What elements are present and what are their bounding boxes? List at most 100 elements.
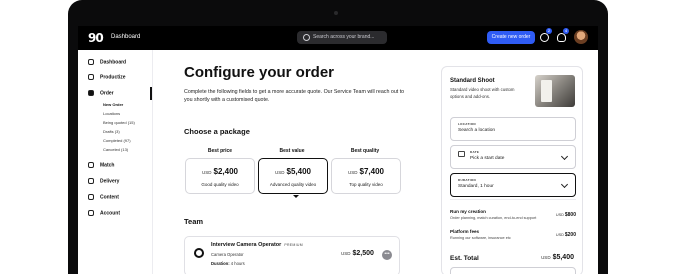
sidebar-item-label: Content: [100, 194, 119, 201]
sidebar-subitem-canceled[interactable]: Canceled (13): [103, 147, 128, 152]
sidebar-item-label: Productize: [100, 74, 126, 81]
sidebar-item-label: Match: [100, 162, 115, 169]
page-title: Configure your order: [184, 64, 335, 81]
fee-price: $800: [564, 212, 576, 218]
sidebar-subitem-new-order[interactable]: New Order: [103, 102, 123, 107]
sidebar-item-match[interactable]: Match: [88, 162, 114, 168]
package-desc: Top quality video: [349, 182, 383, 187]
top-bar: 90 Dashboard Search across your brand...…: [78, 26, 598, 50]
shoot-thumbnail: [535, 75, 575, 107]
fee-row: Run my creation Order planning, match cu…: [450, 209, 576, 220]
sidebar-item-label: Account: [100, 210, 120, 217]
team-role-card[interactable]: Interview Camera Operator PREMIUM Camera …: [184, 236, 400, 274]
package-tier: Best quality: [350, 148, 380, 154]
package-desc: Good quality video: [201, 182, 239, 187]
sidebar-item-order[interactable]: Order: [88, 90, 114, 96]
currency: USD: [341, 251, 351, 256]
messages-badge: 2: [546, 28, 552, 34]
notifications-badge: 4: [563, 28, 569, 34]
calendar-icon: [458, 151, 465, 157]
avatar[interactable]: [574, 30, 588, 44]
fee-row: Platform fees Running our software, insu…: [450, 229, 576, 240]
sidebar-item-delivery[interactable]: Delivery: [88, 178, 119, 184]
more-options-button[interactable]: •••: [382, 250, 392, 260]
search-icon: [303, 34, 310, 41]
duration-field[interactable]: DURATION Standard, 1 hour: [450, 173, 576, 197]
chevron-down-icon: [560, 180, 569, 189]
summary-desc: Standard video shoot with custom options…: [450, 87, 515, 99]
video-icon: [88, 178, 94, 184]
breadcrumb[interactable]: Dashboard: [111, 34, 140, 40]
camera-dot: [334, 11, 338, 15]
selected-pointer-icon: [293, 195, 299, 198]
currency: USD: [202, 170, 212, 175]
chevron-down-icon: [560, 152, 569, 161]
duration-value: 4 hours: [230, 261, 245, 266]
total-price: $5,400: [552, 254, 574, 261]
sidebar-item-account[interactable]: Account: [88, 210, 120, 216]
field-label: DATE: [470, 150, 480, 154]
folder-icon: [88, 194, 94, 200]
app-screen: Dashboard Productize Order New Order Loc…: [78, 50, 598, 274]
role-price: $2,500: [352, 250, 374, 257]
package-card-best-price[interactable]: USD $2,400 Good quality video: [185, 158, 255, 194]
sidebar-subitem-drafts[interactable]: Drafts (3): [103, 129, 120, 134]
sidebar-item-label: Order: [100, 90, 114, 97]
sidebar-subitem-being-quoted[interactable]: Being quoted (15): [103, 120, 135, 125]
thumbnail-detail: [541, 80, 552, 102]
order-summary-panel: Standard Shoot Standard video shoot with…: [441, 66, 583, 274]
bell-icon[interactable]: [557, 33, 566, 42]
sidebar-item-productize[interactable]: Productize: [88, 74, 126, 80]
date-field[interactable]: DATE Pick a start date: [450, 145, 576, 169]
role-subtitle: Camera Operator: [211, 252, 244, 257]
premium-badge: PREMIUM: [284, 243, 303, 247]
package-tier: Best value: [279, 148, 305, 154]
search-placeholder: Search across your brand...: [313, 34, 375, 40]
package-card-best-quality[interactable]: USD $7,400 Top quality video: [331, 158, 401, 194]
laptop-bezel: 90 Dashboard Search across your brand...…: [68, 0, 608, 274]
checkout-button[interactable]: [450, 267, 576, 274]
currency: USD: [348, 170, 358, 175]
package-heading: Choose a package: [184, 127, 250, 136]
divider: [450, 199, 576, 200]
total-label: Est. Total: [450, 255, 479, 262]
order-icon: [88, 90, 94, 96]
currency: USD: [555, 213, 564, 217]
field-label: LOCATION: [458, 122, 476, 126]
field-value: Standard, 1 hour: [458, 184, 494, 189]
sidebar-item-dashboard[interactable]: Dashboard: [88, 59, 126, 65]
package-price: $5,400: [286, 167, 311, 176]
role-title: Interview Camera Operator: [211, 242, 282, 248]
field-value: Search a location: [458, 128, 496, 133]
chat-icon[interactable]: [540, 33, 549, 42]
search-input[interactable]: Search across your brand...: [297, 31, 387, 44]
package-card-best-value[interactable]: USD $5,400 Advanced quality video: [258, 158, 328, 194]
sidebar-item-label: Delivery: [100, 178, 120, 185]
currency: USD: [541, 255, 551, 260]
users-icon: [88, 162, 94, 168]
fee-price: $200: [564, 232, 576, 238]
sidebar: Dashboard Productize Order New Order Loc…: [78, 50, 153, 274]
box-icon: [88, 74, 94, 80]
logo[interactable]: 90: [88, 31, 104, 45]
field-label: DURATION: [458, 178, 477, 182]
sidebar-item-label: Dashboard: [100, 59, 127, 66]
location-field[interactable]: LOCATION Search a location: [450, 117, 576, 141]
home-icon: [88, 59, 94, 65]
duration-label: Duration:: [211, 261, 230, 266]
package-price: $2,400: [213, 167, 238, 176]
sidebar-subitem-completed[interactable]: Completed (97): [103, 138, 131, 143]
package-tier: Best price: [207, 148, 233, 154]
active-indicator: [150, 87, 152, 100]
intro-text: Complete the following fields to get a m…: [184, 89, 405, 103]
account-icon: [88, 210, 94, 216]
currency: USD: [275, 170, 285, 175]
create-order-button[interactable]: Create new order: [487, 31, 535, 44]
field-value: Pick a start date: [470, 156, 505, 161]
team-heading: Team: [184, 217, 204, 226]
currency: USD: [555, 233, 564, 237]
package-desc: Advanced quality video: [269, 182, 317, 187]
sidebar-subitem-locations[interactable]: Locations: [103, 111, 120, 116]
summary-title: Standard Shoot: [450, 78, 495, 84]
sidebar-item-content[interactable]: Content: [88, 194, 119, 200]
